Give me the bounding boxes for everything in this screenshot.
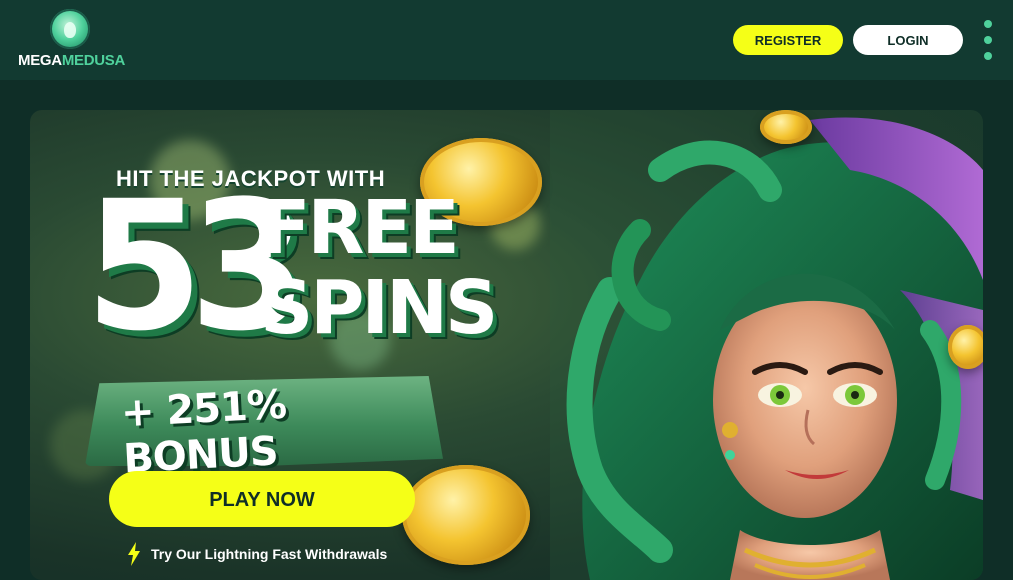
promo-banner: HIT THE JACKPOT WITH 53 FREE SPINS + 251… <box>30 110 983 580</box>
play-now-button[interactable]: PLAY NOW <box>109 471 415 527</box>
gold-coin <box>760 110 812 144</box>
register-button[interactable]: REGISTER <box>733 25 843 55</box>
logo-wordmark: MEGAMEDUSA <box>18 52 126 69</box>
logo-medusa-text: MEDUSA <box>61 52 126 69</box>
site-header: MEGAMEDUSA REGISTER LOGIN <box>0 0 1013 80</box>
medusa-illustration <box>550 110 983 580</box>
lightning-bolt-icon <box>128 542 140 566</box>
kebab-menu-icon[interactable] <box>978 20 998 60</box>
free-label: FREE <box>260 185 460 271</box>
withdrawals-note: Try Our Lightning Fast Withdrawals <box>126 542 387 566</box>
spins-label: SPINS <box>260 265 498 351</box>
medusa-face-icon <box>64 22 76 38</box>
login-button[interactable]: LOGIN <box>853 25 963 55</box>
bonus-percent-text: + 251% BONUS <box>119 381 288 483</box>
logo-mega-text: MEGA <box>18 52 62 69</box>
free-spins-label: FREE SPINS <box>260 185 498 351</box>
withdrawals-text: Try Our Lightning Fast Withdrawals <box>151 546 388 562</box>
gold-coin <box>948 325 983 369</box>
megamedusa-logo[interactable]: MEGAMEDUSA <box>18 8 126 72</box>
gold-coin <box>402 465 530 565</box>
